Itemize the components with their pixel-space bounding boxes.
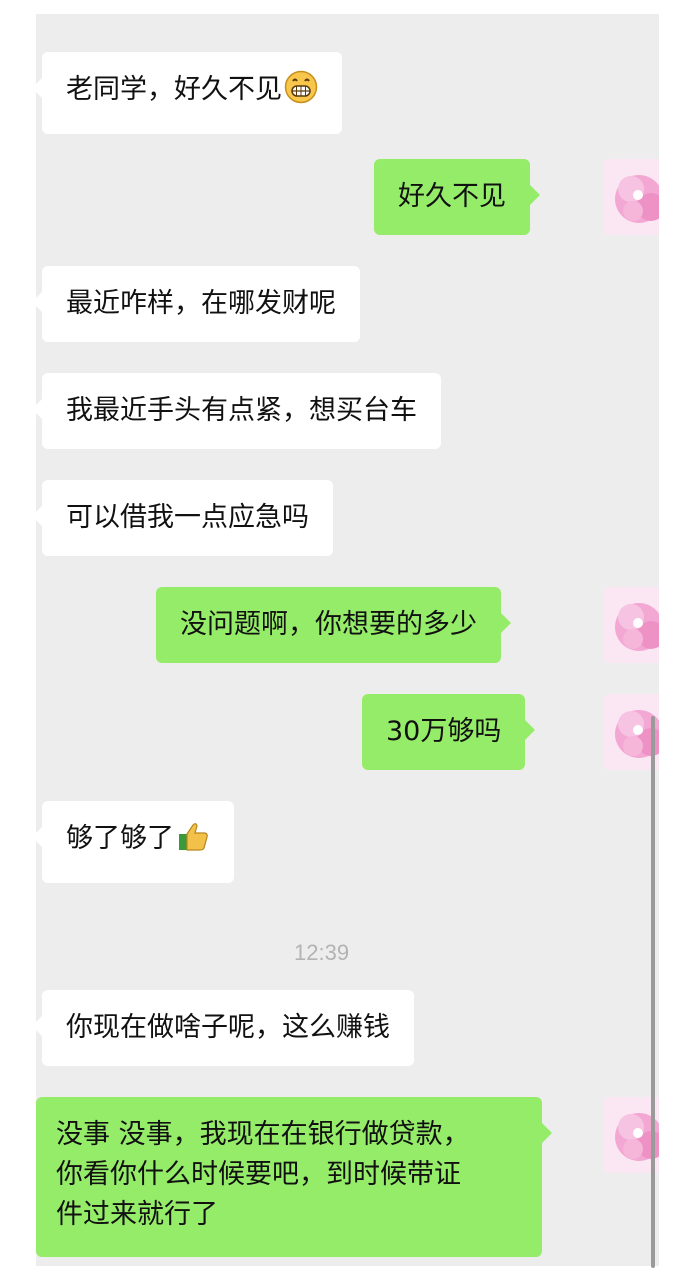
incoming-message-bubble[interactable]: 够了够了 bbox=[36, 801, 234, 883]
message-text: 最近咋样，在哪发财呢 bbox=[66, 288, 336, 319]
chat-area[interactable]: 老同学，好久不见 好久不见 最近咋样，在哪发财呢 我最近手头有点紧，想买台车 可… bbox=[36, 14, 659, 1266]
message-text: 老同学，好久不见 bbox=[66, 74, 282, 105]
outgoing-message-bubble[interactable]: 没事 没事，我现在在银行做贷款， 你看你什么时候要吧，到时候带证 件过来就行了 bbox=[36, 1097, 552, 1257]
message-text-line: 没事 没事，我现在在银行做贷款， bbox=[56, 1119, 470, 1150]
message-text: 够了够了 bbox=[66, 823, 174, 854]
message-text: 30万够吗 bbox=[386, 716, 502, 747]
scrollbar[interactable] bbox=[651, 716, 655, 1268]
avatar[interactable] bbox=[603, 159, 659, 235]
message-text: 好久不见 bbox=[398, 181, 506, 212]
outgoing-message-bubble[interactable]: 没问题啊，你想要的多少 bbox=[156, 587, 511, 663]
incoming-message-bubble[interactable]: 可以借我一点应急吗 bbox=[36, 480, 333, 556]
grinning-emoji-icon bbox=[284, 70, 318, 116]
message-text: 我最近手头有点紧，想买台车 bbox=[66, 395, 417, 426]
incoming-message-bubble[interactable]: 最近咋样，在哪发财呢 bbox=[36, 266, 360, 342]
outgoing-message-bubble[interactable]: 好久不见 bbox=[374, 159, 540, 235]
message-text-line: 你看你什么时候要吧，到时候带证 bbox=[56, 1159, 461, 1190]
message-text: 你现在做啥子呢，这么赚钱 bbox=[66, 1012, 390, 1043]
thumbs-up-icon bbox=[176, 819, 210, 865]
outgoing-message-bubble[interactable]: 30万够吗 bbox=[362, 694, 536, 770]
message-text: 没问题啊，你想要的多少 bbox=[180, 609, 477, 640]
avatar[interactable] bbox=[603, 587, 659, 663]
incoming-message-bubble[interactable]: 我最近手头有点紧，想买台车 bbox=[36, 373, 441, 449]
message-text-line: 件过来就行了 bbox=[56, 1199, 218, 1230]
incoming-message-bubble[interactable]: 老同学，好久不见 bbox=[36, 52, 342, 134]
incoming-message-bubble[interactable]: 你现在做啥子呢，这么赚钱 bbox=[36, 990, 414, 1066]
message-timestamp: 12:39 bbox=[294, 940, 350, 965]
message-text: 可以借我一点应急吗 bbox=[66, 502, 309, 533]
